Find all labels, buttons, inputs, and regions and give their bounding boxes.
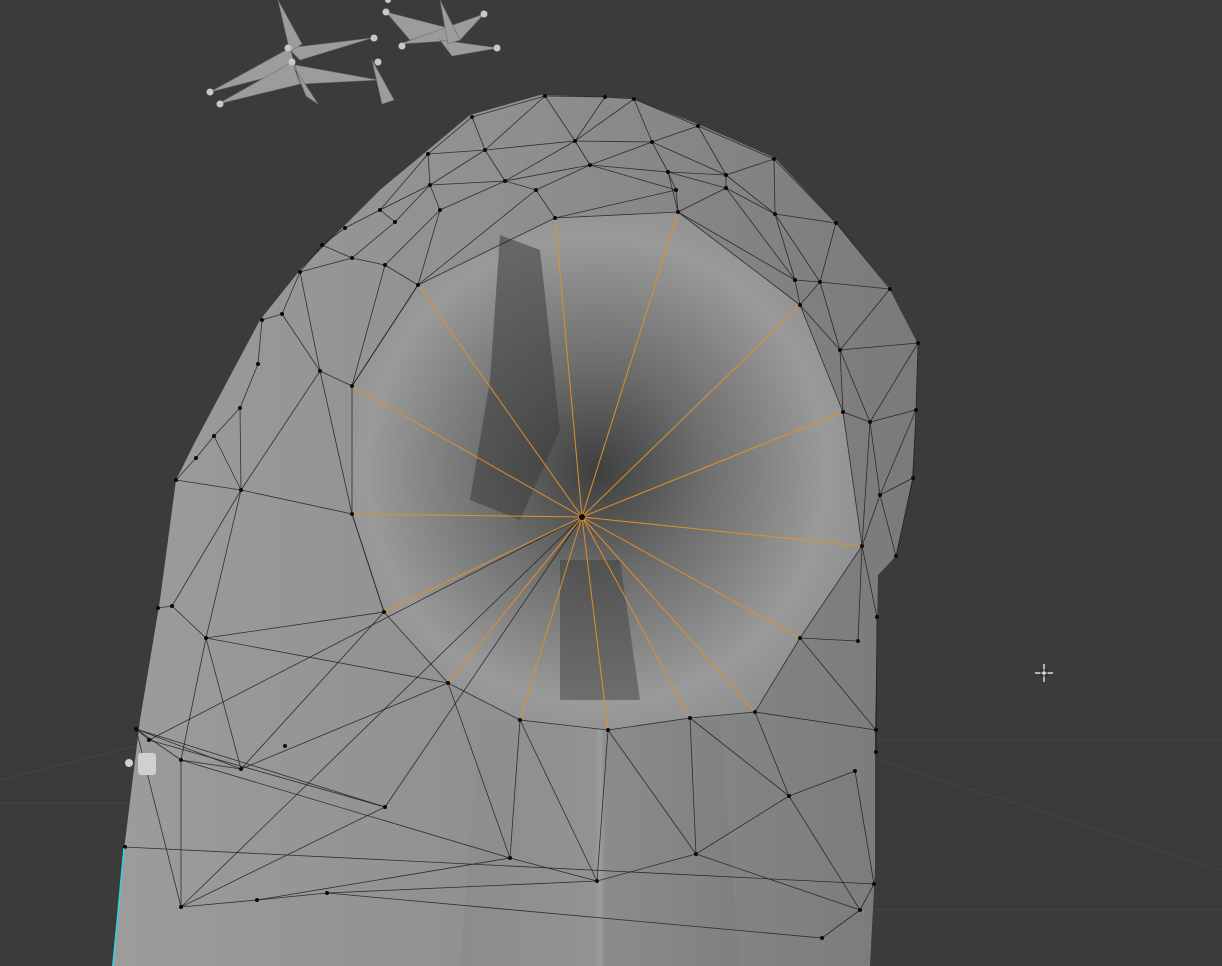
vertex[interactable] [666, 170, 670, 174]
vertex[interactable] [724, 186, 728, 190]
vertex[interactable] [798, 303, 802, 307]
vertex[interactable] [543, 94, 547, 98]
vertex[interactable] [874, 750, 878, 754]
vertex[interactable] [212, 434, 216, 438]
vertex[interactable] [753, 710, 757, 714]
vertex[interactable] [894, 554, 898, 558]
vertex[interactable] [553, 216, 557, 220]
vertex[interactable] [350, 256, 354, 260]
vertex[interactable] [793, 278, 797, 282]
vertex[interactable] [318, 369, 322, 373]
vertex[interactable] [280, 312, 284, 316]
viewport-canvas[interactable] [0, 0, 1222, 966]
vertex[interactable] [573, 139, 577, 143]
vertex[interactable] [841, 410, 845, 414]
vertex[interactable] [298, 270, 302, 274]
vertex[interactable] [916, 341, 920, 345]
vertex[interactable] [875, 615, 879, 619]
vertex[interactable] [179, 905, 183, 909]
vertex[interactable] [911, 476, 915, 480]
vertex[interactable] [350, 384, 354, 388]
vertex[interactable] [238, 406, 242, 410]
vertex[interactable] [260, 318, 264, 322]
vertex[interactable] [134, 727, 138, 731]
vertex[interactable] [872, 882, 876, 886]
vertex[interactable] [834, 221, 838, 225]
vertex[interactable] [194, 456, 198, 460]
vertex[interactable] [868, 420, 872, 424]
vertex[interactable] [606, 728, 610, 732]
vertex[interactable] [239, 767, 243, 771]
vertex[interactable] [179, 758, 183, 762]
vertex[interactable] [773, 212, 777, 216]
vertex[interactable] [503, 179, 507, 183]
vertex[interactable] [239, 488, 243, 492]
vertex[interactable] [632, 97, 636, 101]
vertex[interactable] [818, 280, 822, 284]
vertex[interactable] [914, 408, 918, 412]
vertex[interactable] [416, 283, 420, 287]
vertex[interactable] [874, 728, 878, 732]
vertex[interactable] [595, 879, 599, 883]
vertex[interactable] [696, 124, 700, 128]
vertex[interactable] [343, 226, 347, 230]
3d-cursor-icon[interactable] [1035, 664, 1053, 682]
vertex[interactable] [393, 220, 397, 224]
vertex[interactable] [147, 738, 151, 742]
vertex[interactable] [674, 188, 678, 192]
vertex[interactable] [428, 183, 432, 187]
vertex[interactable] [204, 636, 208, 640]
vertex[interactable] [787, 794, 791, 798]
light-empty-icon[interactable] [125, 753, 156, 775]
vertex[interactable] [325, 891, 329, 895]
vertex[interactable] [724, 173, 728, 177]
vertex[interactable] [350, 512, 354, 516]
bone-icon[interactable] [206, 0, 501, 108]
vertex[interactable] [508, 856, 512, 860]
vertex[interactable] [446, 681, 450, 685]
vertex[interactable] [603, 95, 607, 99]
vertex[interactable] [320, 243, 324, 247]
3d-viewport[interactable] [0, 0, 1222, 966]
vertex[interactable] [588, 163, 592, 167]
vertex[interactable] [860, 544, 864, 548]
vertex[interactable] [283, 744, 287, 748]
vertex[interactable] [688, 716, 692, 720]
vertex[interactable] [170, 604, 174, 608]
vertex[interactable] [383, 263, 387, 267]
mesh-object[interactable] [112, 95, 918, 966]
vertex[interactable] [676, 210, 680, 214]
vertex[interactable] [255, 898, 259, 902]
vertex[interactable] [878, 493, 882, 497]
vertex[interactable] [426, 152, 430, 156]
vertex[interactable] [820, 936, 824, 940]
vertex[interactable] [383, 805, 387, 809]
vertex[interactable] [174, 478, 178, 482]
active-vertex[interactable] [579, 514, 585, 520]
vertex[interactable] [382, 610, 386, 614]
vertex[interactable] [438, 208, 442, 212]
vertex[interactable] [470, 115, 474, 119]
vertex[interactable] [650, 140, 654, 144]
vertex[interactable] [853, 769, 857, 773]
vertex[interactable] [694, 852, 698, 856]
vertex[interactable] [156, 606, 160, 610]
vertex[interactable] [888, 287, 892, 291]
vertex[interactable] [798, 636, 802, 640]
vertex[interactable] [483, 148, 487, 152]
vertex[interactable] [838, 348, 842, 352]
vertex[interactable] [534, 188, 538, 192]
vertex[interactable] [858, 908, 862, 912]
vertex[interactable] [772, 157, 776, 161]
vertex[interactable] [256, 362, 260, 366]
vertex[interactable] [518, 718, 522, 722]
vertex[interactable] [856, 639, 860, 643]
vertex[interactable] [378, 208, 382, 212]
